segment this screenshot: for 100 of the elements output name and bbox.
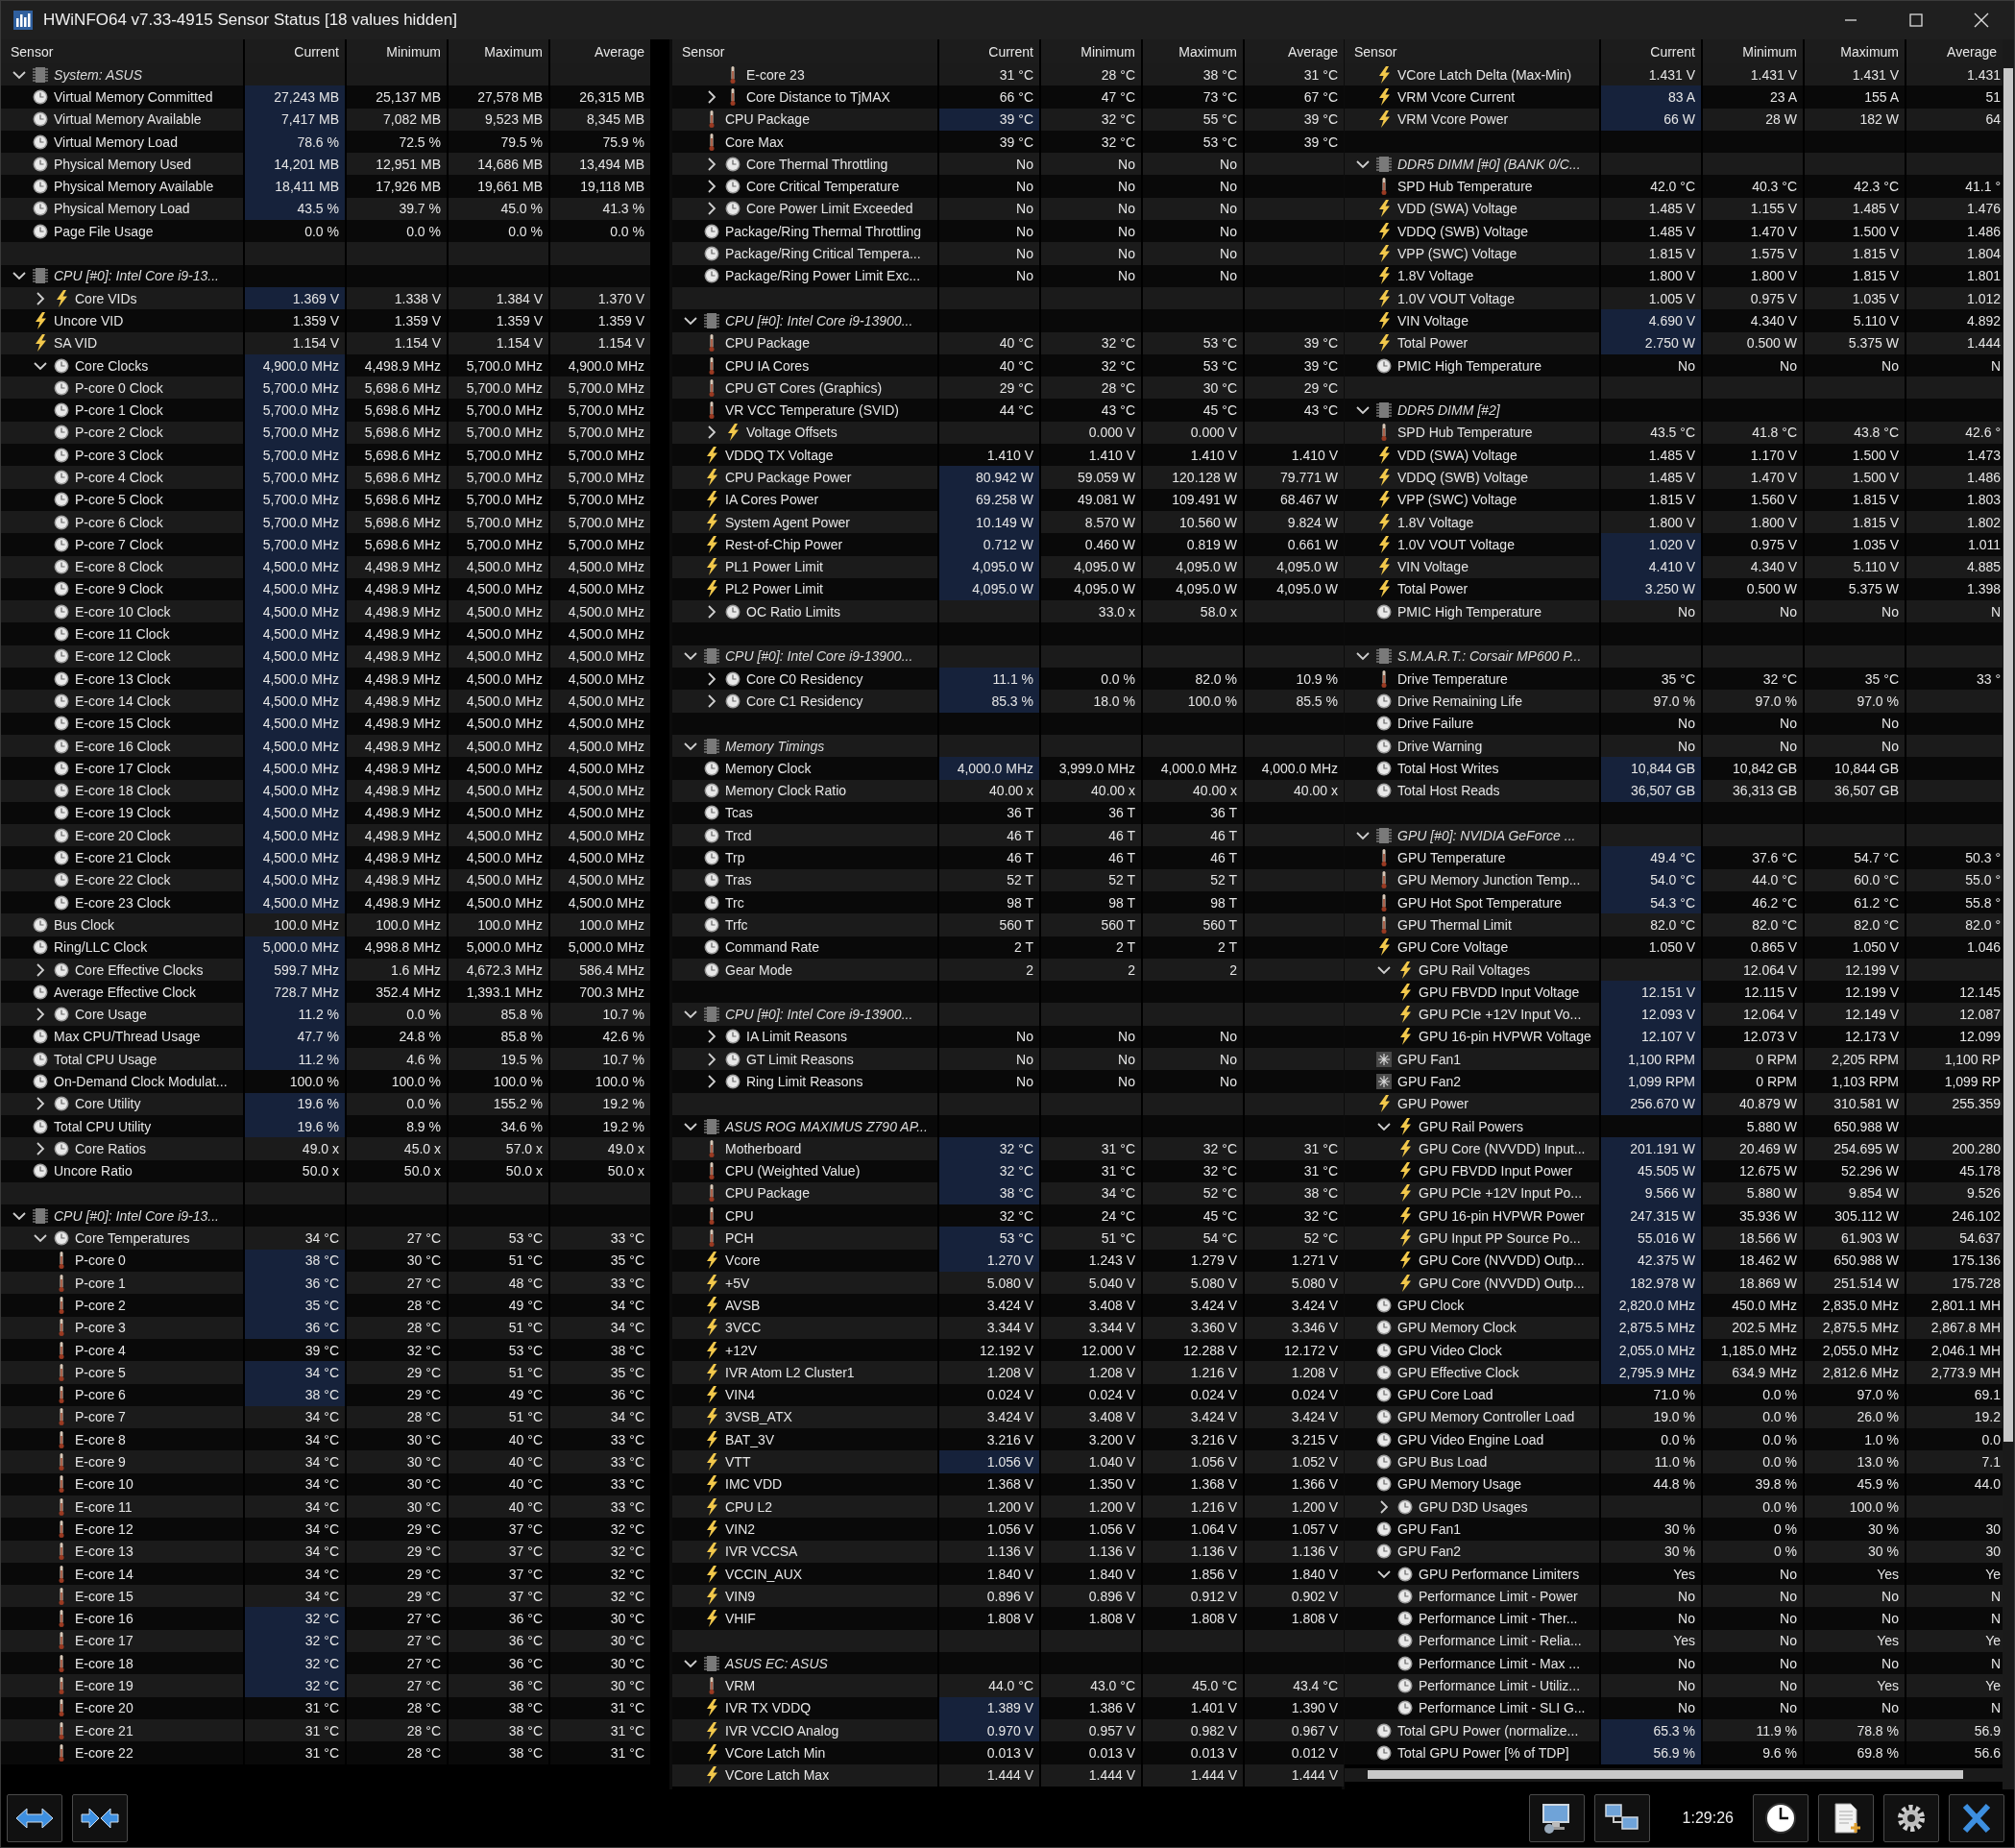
sensor-cell[interactable]: 3VSB_ATX <box>672 1405 937 1429</box>
sensor-cell[interactable]: Package/Ring Thermal Throttling <box>672 220 937 243</box>
sensor-cell[interactable]: GPU FBVDD Input Voltage <box>1345 981 1599 1004</box>
sensor-cell[interactable]: VPP (SWC) Voltage <box>1345 242 1599 265</box>
column-header[interactable]: Maximum <box>449 39 548 63</box>
sensor-cell[interactable]: GPU Power <box>1345 1092 1599 1115</box>
sensor-group-cell[interactable]: Memory Timings <box>672 734 937 758</box>
column-header[interactable]: Minimum <box>1703 39 1803 63</box>
sensor-cell[interactable]: Performance Limit - Power <box>1345 1585 1599 1608</box>
sensor-cell[interactable]: Virtual Memory Load <box>1 130 243 154</box>
sensor-cell[interactable]: E-core 20 <box>1 1696 243 1719</box>
sensor-cell[interactable]: Ring/LLC Clock <box>1 936 243 959</box>
sensor-cell[interactable]: +5V <box>672 1272 937 1295</box>
sensor-cell[interactable]: Drive Failure <box>1345 712 1599 735</box>
sensor-cell[interactable]: E-core 13 Clock <box>1 668 243 691</box>
sensor-cell[interactable]: Core Usage <box>1 1003 243 1026</box>
sensor-cell[interactable]: 1.8V Voltage <box>1345 510 1599 534</box>
sensor-cell[interactable]: GPU Video Clock <box>1345 1338 1599 1362</box>
sensor-cell[interactable]: Core Distance to TjMAX <box>672 85 937 109</box>
sensor-cell[interactable]: E-core 21 Clock <box>1 846 243 869</box>
sensor-cell[interactable]: Uncore VID <box>1 309 243 332</box>
sensor-cell[interactable]: VDD (SWA) Voltage <box>1345 197 1599 221</box>
sensor-cell[interactable]: VCCIN_AUX <box>672 1562 937 1586</box>
sensor-cell[interactable]: P-core 4 <box>1 1338 243 1362</box>
sensor-cell[interactable]: GPU FBVDD Input Power <box>1345 1159 1599 1182</box>
sensor-cell[interactable]: GPU Core (NVVDD) Outp... <box>1345 1249 1599 1273</box>
sensor-cell[interactable]: CPU <box>672 1204 937 1228</box>
sensor-cell[interactable]: OC Ratio Limits <box>672 600 937 623</box>
sensor-cell[interactable]: VRM <box>672 1674 937 1697</box>
sensor-cell[interactable]: GPU Fan2 <box>1345 1070 1599 1093</box>
sensor-group-cell[interactable]: ASUS EC: ASUS <box>672 1652 937 1675</box>
sensor-cell[interactable]: Command Rate <box>672 936 937 959</box>
sensor-cell[interactable]: GPU Fan1 <box>1345 1048 1599 1071</box>
sensor-cell[interactable]: VIN Voltage <box>1345 309 1599 332</box>
sensor-cell[interactable]: E-core 21 <box>1 1718 243 1742</box>
sensor-cell[interactable]: Core C0 Residency <box>672 668 937 691</box>
sensor-cell[interactable]: P-core 6 Clock <box>1 510 243 534</box>
chevron-right-icon[interactable] <box>705 693 718 708</box>
column-header[interactable]: Sensor <box>1345 39 1599 63</box>
sensor-cell[interactable]: E-core 23 <box>672 63 937 86</box>
sensor-cell[interactable]: GPU Core Load <box>1345 1383 1599 1406</box>
sensor-cell[interactable]: GPU Memory Usage <box>1345 1472 1599 1495</box>
sensor-cell[interactable]: On-Demand Clock Modulat... <box>1 1070 243 1093</box>
sensor-cell[interactable]: GPU Video Engine Load <box>1345 1428 1599 1451</box>
sensor-cell[interactable]: P-core 0 <box>1 1249 243 1273</box>
sensor-cell[interactable]: Performance Limit - Relia... <box>1345 1629 1599 1653</box>
sensor-group-cell[interactable]: CPU [#0]: Intel Core i9-13... <box>1 264 243 287</box>
sensor-cell[interactable]: Trfc <box>672 913 937 936</box>
sensor-cell[interactable]: VDD (SWA) Voltage <box>1345 444 1599 467</box>
sensor-cell[interactable]: GPU Fan2 <box>1345 1540 1599 1563</box>
sensor-group-cell[interactable]: DDR5 DIMM [#0] (BANK 0/C... <box>1345 153 1599 176</box>
sensor-cell[interactable]: IVR VCCSA <box>672 1540 937 1563</box>
sensor-cell[interactable]: P-core 6 <box>1 1383 243 1406</box>
column-header[interactable]: Maximum <box>1143 39 1243 63</box>
sensor-cell[interactable]: Drive Remaining Life <box>1345 690 1599 713</box>
sensor-cell[interactable]: Tras <box>672 868 937 891</box>
sensor-cell[interactable]: P-core 1 <box>1 1272 243 1295</box>
sensor-cell[interactable]: Core Critical Temperature <box>672 175 937 198</box>
sensor-cell[interactable]: E-core 12 Clock <box>1 644 243 668</box>
sensor-cell[interactable]: VHIF <box>672 1607 937 1630</box>
chevron-right-icon[interactable] <box>34 962 47 977</box>
sensor-cell[interactable]: IVR TX VDDQ <box>672 1696 937 1719</box>
sensor-cell[interactable]: GPU Fan1 <box>1345 1518 1599 1541</box>
sensor-cell[interactable]: Drive Warning <box>1345 734 1599 758</box>
scroll-left-right-button[interactable] <box>7 1794 62 1842</box>
sensor-cell[interactable]: Physical Memory Load <box>1 197 243 221</box>
sensor-cell[interactable]: Core C1 Residency <box>672 690 937 713</box>
sensor-cell[interactable]: P-core 7 Clock <box>1 533 243 556</box>
sensor-group-cell[interactable]: System: ASUS <box>1 63 243 86</box>
sensor-cell[interactable]: Performance Limit - Max ... <box>1345 1652 1599 1675</box>
sensor-cell[interactable]: Total CPU Usage <box>1 1048 243 1071</box>
sensor-cell[interactable]: Page File Usage <box>1 220 243 243</box>
sensor-group-cell[interactable]: S.M.A.R.T.: Corsair MP600 P... <box>1345 644 1599 668</box>
sensor-cell[interactable]: Core Clocks <box>1 353 243 377</box>
sensor-cell[interactable]: Core VIDs <box>1 286 243 310</box>
sensor-cell[interactable]: +12V <box>672 1338 937 1362</box>
sensor-cell[interactable]: AVSB <box>672 1294 937 1317</box>
sensor-cell[interactable]: E-core 12 <box>1 1518 243 1541</box>
sensor-cell[interactable]: E-core 18 Clock <box>1 779 243 802</box>
sensor-cell[interactable]: E-core 10 <box>1 1472 243 1495</box>
sensor-cell[interactable]: GPU Rail Powers <box>1345 1114 1599 1138</box>
sensor-cell[interactable]: CPU Package <box>672 331 937 354</box>
sensor-cell[interactable]: 3VCC <box>672 1316 937 1339</box>
sensor-cell[interactable]: Physical Memory Available <box>1 175 243 198</box>
sensor-cell[interactable]: Core Thermal Throttling <box>672 153 937 176</box>
chevron-right-icon[interactable] <box>705 604 718 619</box>
timer-button[interactable] <box>1753 1794 1809 1842</box>
chevron-right-icon[interactable] <box>1377 1499 1391 1514</box>
sensor-cell[interactable]: E-core 16 <box>1 1607 243 1630</box>
sensor-cell[interactable]: 1.0V VOUT Voltage <box>1345 533 1599 556</box>
sensor-cell[interactable]: E-core 8 Clock <box>1 555 243 578</box>
sensor-cell[interactable]: E-core 18 <box>1 1652 243 1675</box>
sensor-cell[interactable]: P-core 0 Clock <box>1 377 243 400</box>
sensor-cell[interactable]: IA Cores Power <box>672 488 937 511</box>
sensor-cell[interactable]: GPU Hot Spot Temperature <box>1345 891 1599 914</box>
sensor-cell[interactable]: IA Limit Reasons <box>672 1025 937 1049</box>
sensor-cell[interactable]: E-core 11 Clock <box>1 622 243 645</box>
sensor-group-cell[interactable]: DDR5 DIMM [#2] <box>1345 399 1599 422</box>
sensor-cell[interactable]: Package/Ring Power Limit Exc... <box>672 264 937 287</box>
sensor-cell[interactable]: Package/Ring Critical Tempera... <box>672 242 937 265</box>
